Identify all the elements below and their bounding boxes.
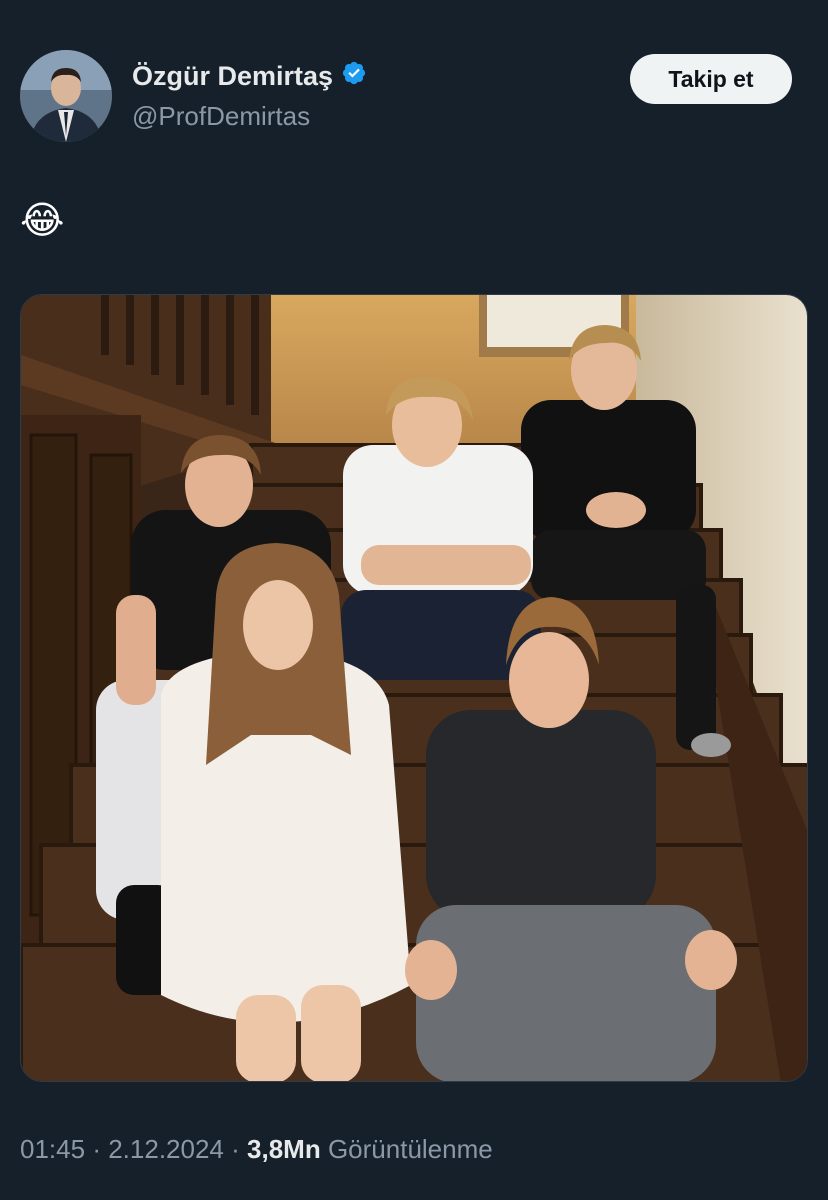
views-label[interactable]: Görüntülenme — [328, 1134, 493, 1164]
author-names: Özgür Demirtaş @ProfDemirtas — [132, 60, 367, 132]
tweet-time[interactable]: 01:45 — [20, 1134, 85, 1164]
tweet-meta: 01:45 · 2.12.2024 · 3,8Mn Görüntülenme — [20, 1134, 493, 1165]
tweet-header: Özgür Demirtaş @ProfDemirtas Takip et — [20, 50, 792, 146]
family-photo-image — [21, 295, 807, 1081]
display-name-row[interactable]: Özgür Demirtaş — [132, 60, 367, 93]
author-name[interactable]: Özgür Demirtaş — [132, 61, 333, 92]
avatar[interactable] — [20, 50, 112, 142]
views-count[interactable]: 3,8Mn — [247, 1134, 321, 1164]
tweet-media-photo[interactable] — [20, 294, 808, 1082]
author-handle[interactable]: @ProfDemirtas — [132, 101, 367, 132]
meta-separator: · — [231, 1134, 240, 1164]
tweet-date[interactable]: 2.12.2024 — [108, 1134, 224, 1164]
tweet-text: 😂 — [20, 200, 65, 242]
follow-button[interactable]: Takip et — [630, 54, 792, 104]
meta-separator: · — [92, 1134, 101, 1164]
verified-badge-icon — [341, 60, 367, 93]
